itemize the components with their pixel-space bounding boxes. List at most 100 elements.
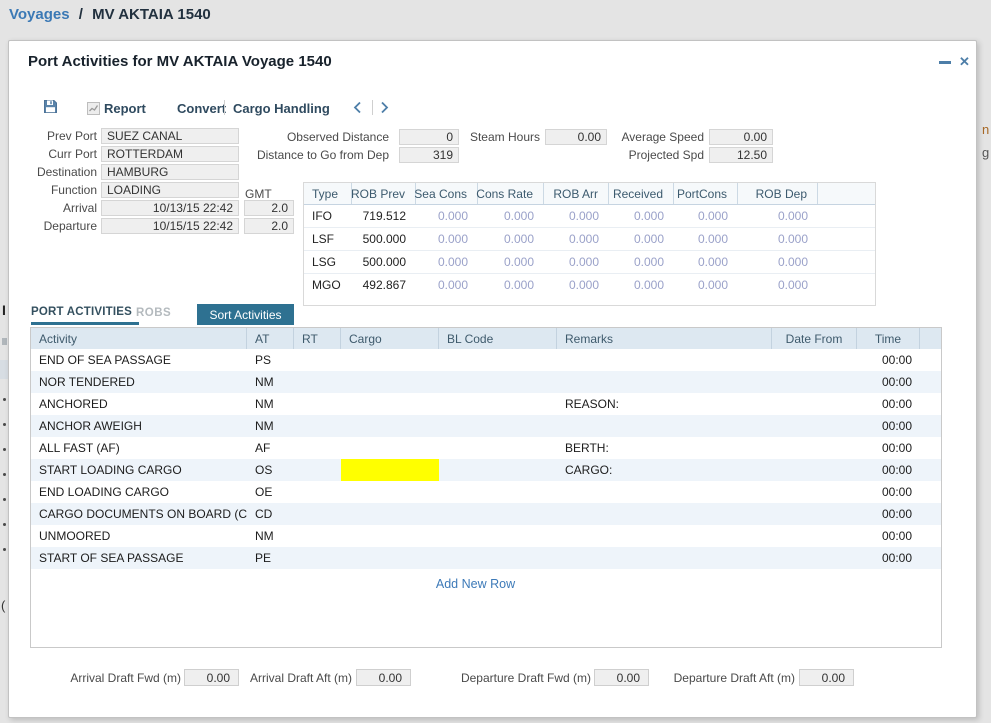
background-fragment: g [982,145,989,160]
function-field[interactable]: LOADING [101,182,239,198]
bunker-cell-cons_rate[interactable]: 0.000 [478,228,544,250]
departure-draft-fwd-m--field[interactable]: 0.00 [594,669,649,686]
minimize-icon[interactable] [939,61,951,64]
activity-cell-rt [294,503,341,525]
add-new-row-link[interactable]: Add New Row [31,577,920,591]
bunker-cell-rob_prev[interactable]: 719.512 [352,205,416,227]
steam-hours-field[interactable]: 0.00 [545,129,607,145]
activity-cell-activity: START LOADING CARGO [31,459,247,481]
bunker-cell-received[interactable]: 0.000 [609,228,674,250]
activity-row[interactable]: ANCHOREDNMREASON:00:00 [31,393,941,415]
bunker-cell-rob_dep[interactable]: 0.000 [738,274,818,296]
activity-cell-filler [920,393,941,415]
activity-cell-time[interactable]: 00:00 [857,349,920,371]
activity-cell-time[interactable]: 00:00 [857,393,920,415]
departure-field[interactable]: 10/15/15 22:42 [101,218,239,234]
activity-cell-filler [920,371,941,393]
bunker-row[interactable]: LSG500.0000.0000.0000.0000.0000.0000.000 [304,250,875,273]
bunker-cell-rob_arr[interactable]: 0.000 [544,228,609,250]
activity-cell-remarks [557,525,772,547]
bunker-cell-sea_cons[interactable]: 0.000 [416,228,478,250]
cargo-cell-highlighted[interactable] [341,459,439,481]
activity-cell-time[interactable]: 00:00 [857,459,920,481]
bunker-row[interactable]: IFO719.5120.0000.0000.0000.0000.0000.000 [304,205,875,227]
bunker-cell-rob_dep[interactable]: 0.000 [738,251,818,273]
bunker-cell-rob_prev[interactable]: 500.000 [352,251,416,273]
distance-to-go-field[interactable]: 319 [399,147,459,163]
arrival-draft-aft-m--field[interactable]: 0.00 [356,669,411,686]
gmt-arrival-field[interactable]: 2.0 [244,200,294,216]
background-fragment [2,338,7,345]
curr-port-field[interactable]: ROTTERDAM [101,146,239,162]
bunker-cell-port_cons[interactable]: 0.000 [674,228,738,250]
prev-port-field[interactable]: SUEZ CANAL [101,128,239,144]
activity-row[interactable]: ANCHOR AWEIGHNM00:00 [31,415,941,437]
activity-cell-time[interactable]: 00:00 [857,415,920,437]
bunker-cell-rob_dep[interactable]: 0.000 [738,205,818,227]
chevron-left-icon[interactable] [353,101,362,119]
bunker-row[interactable]: LSF500.0000.0000.0000.0000.0000.0000.000 [304,227,875,250]
bunker-cell-type: LSF [304,228,352,250]
bunker-cell-rob_arr[interactable]: 0.000 [544,205,609,227]
bunker-header-type: Type [304,183,352,204]
breadcrumb-voyages-link[interactable]: Voyages [9,6,70,23]
bunker-cell-rob_dep[interactable]: 0.000 [738,228,818,250]
activity-row[interactable]: NOR TENDEREDNM00:00 [31,371,941,393]
bunker-cell-rob_prev[interactable]: 492.867 [352,274,416,296]
activity-row[interactable]: CARGO DOCUMENTS ON BOARD (CD)CD00:00 [31,503,941,525]
save-icon[interactable] [43,99,58,119]
bunker-cell-port_cons[interactable]: 0.000 [674,274,738,296]
bunker-row[interactable]: MGO492.8670.0000.0000.0000.0000.0000.000 [304,273,875,296]
activity-cell-date_from [772,459,857,481]
activity-cell-time[interactable]: 00:00 [857,371,920,393]
sort-activities-button[interactable]: Sort Activities [197,304,294,325]
activity-cell-time[interactable]: 00:00 [857,503,920,525]
activity-row[interactable]: START OF SEA PASSAGEPE00:00 [31,547,941,569]
bunker-cell-port_cons[interactable]: 0.000 [674,205,738,227]
arrival-field[interactable]: 10/13/15 22:42 [101,200,239,216]
activity-cell-time[interactable]: 00:00 [857,437,920,459]
activity-row[interactable]: END OF SEA PASSAGEPS00:00 [31,349,941,371]
activity-cell-bl_code [439,371,557,393]
bunker-cell-rob_arr[interactable]: 0.000 [544,274,609,296]
arrival-draft-fwd-m--field[interactable]: 0.00 [184,669,239,686]
activity-cell-cargo [341,437,439,459]
bunker-cell-received[interactable]: 0.000 [609,251,674,273]
activity-cell-at: NM [247,415,294,437]
tab-robs[interactable]: ROBS [136,307,171,319]
bunker-cell-rob_prev[interactable]: 500.000 [352,228,416,250]
bunker-cell-received[interactable]: 0.000 [609,205,674,227]
activity-cell-time[interactable]: 00:00 [857,547,920,569]
bunker-cell-rob_arr[interactable]: 0.000 [544,251,609,273]
bunker-cell-sea_cons[interactable]: 0.000 [416,205,478,227]
activity-row[interactable]: END LOADING CARGOOE00:00 [31,481,941,503]
destination-field[interactable]: HAMBURG [101,164,239,180]
report-button[interactable]: Report [104,101,146,116]
close-icon[interactable]: ✕ [959,54,970,70]
bunker-cell-cons_rate[interactable]: 0.000 [478,205,544,227]
bunker-header-rob_dep: ROB Dep [738,183,818,204]
departure-draft-aft-m--field[interactable]: 0.00 [799,669,854,686]
bunker-cell-port_cons[interactable]: 0.000 [674,251,738,273]
bunker-cell-cons_rate[interactable]: 0.000 [478,274,544,296]
gmt-departure-field[interactable]: 2.0 [244,218,294,234]
average-speed-label: Average Speed [604,129,704,146]
activity-row[interactable]: START LOADING CARGOOSCARGO:00:00 [31,459,941,481]
chevron-right-icon[interactable] [380,101,389,119]
cargo-handling-button[interactable]: Cargo Handling [233,101,330,116]
activity-cell-time[interactable]: 00:00 [857,525,920,547]
bunker-cell-cons_rate[interactable]: 0.000 [478,251,544,273]
average-speed-field[interactable]: 0.00 [709,129,773,145]
breadcrumb-current: MV AKTAIA 1540 [92,6,211,23]
bunker-cell-received[interactable]: 0.000 [609,274,674,296]
activity-cell-time[interactable]: 00:00 [857,481,920,503]
activity-row[interactable]: UNMOOREDNM00:00 [31,525,941,547]
activity-cell-remarks: BERTH: [557,437,772,459]
activity-cell-rt [294,459,341,481]
convert-button[interactable]: Convert [177,101,226,116]
projected-spd-field[interactable]: 12.50 [709,147,773,163]
bunker-cell-sea_cons[interactable]: 0.000 [416,274,478,296]
bunker-cell-sea_cons[interactable]: 0.000 [416,251,478,273]
activity-row[interactable]: ALL FAST (AF)AFBERTH:00:00 [31,437,941,459]
tab-port-activities[interactable]: PORT ACTIVITIES [31,306,132,318]
